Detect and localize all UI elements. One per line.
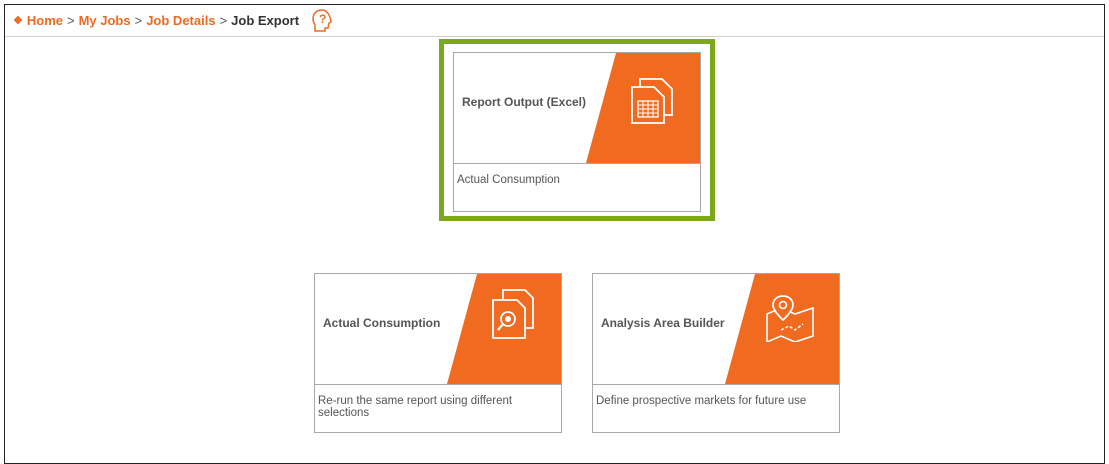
breadcrumb-home[interactable]: Home — [27, 13, 63, 28]
report-output-excel-card[interactable]: Report Output (Excel) Actual Consumption — [453, 52, 701, 212]
card-description: Define prospective markets for future us… — [596, 395, 807, 407]
card-header: Analysis Area Builder — [593, 274, 839, 385]
card-title: Report Output (Excel) — [462, 95, 587, 109]
breadcrumb: ❖ Home > My Jobs > Job Details > Job Exp… — [5, 5, 1104, 37]
breadcrumb-my-jobs[interactable]: My Jobs — [79, 13, 131, 28]
actual-consumption-card[interactable]: Actual Consumption Re-run the same repor… — [314, 273, 562, 433]
map-pin-icon — [763, 292, 819, 347]
breadcrumb-current: Job Export — [231, 13, 300, 28]
card-title: Analysis Area Builder — [601, 316, 725, 330]
svg-text:?: ? — [319, 12, 326, 26]
card-description: Re-run the same report using different s… — [318, 395, 513, 419]
card-header: Actual Consumption — [315, 274, 561, 385]
help-icon[interactable]: ? — [309, 8, 335, 34]
analysis-area-builder-card[interactable]: Analysis Area Builder Define prospective… — [592, 273, 840, 433]
home-icon[interactable]: ❖ — [13, 14, 23, 27]
card-title: Actual Consumption — [323, 316, 441, 330]
breadcrumb-separator: > — [67, 13, 75, 28]
breadcrumb-separator: > — [134, 13, 143, 28]
breadcrumb-separator: > — [219, 13, 228, 28]
breadcrumb-job-details[interactable]: Job Details — [146, 13, 215, 28]
document-search-icon — [489, 288, 537, 347]
card-header: Report Output (Excel) — [454, 53, 700, 164]
excel-document-icon — [628, 77, 676, 132]
card-description: Actual Consumption — [457, 174, 560, 186]
